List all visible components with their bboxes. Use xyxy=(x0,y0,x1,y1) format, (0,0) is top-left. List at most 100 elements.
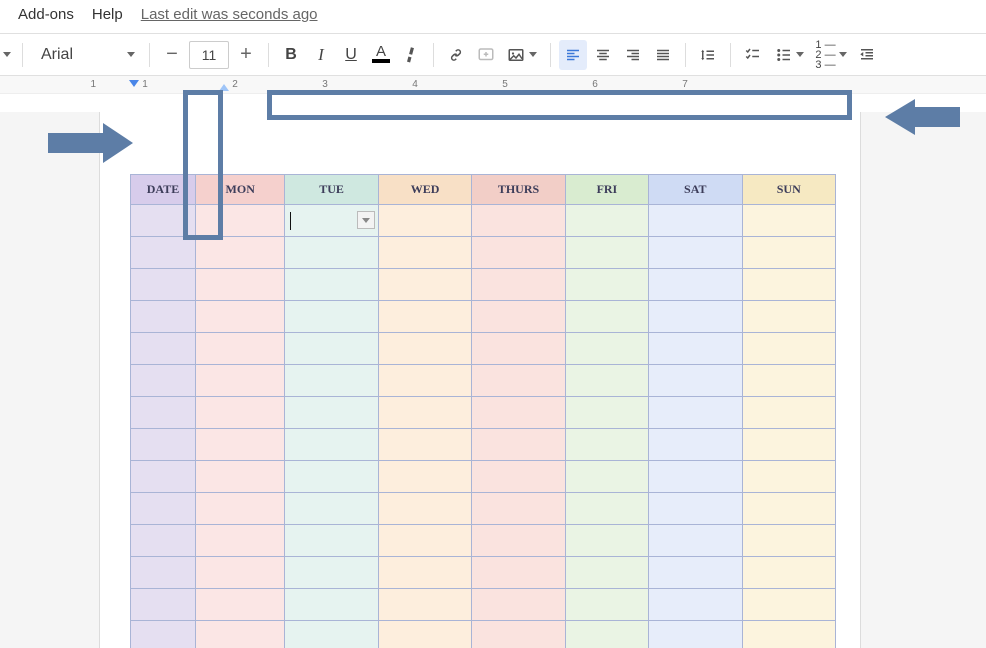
table-cell[interactable] xyxy=(285,429,378,461)
table-cell[interactable] xyxy=(472,237,565,269)
table-cell[interactable] xyxy=(131,589,196,621)
header-thurs[interactable]: THURS xyxy=(472,175,565,205)
table-cell[interactable] xyxy=(131,461,196,493)
line-spacing-button[interactable] xyxy=(694,40,722,70)
align-right-button[interactable] xyxy=(619,40,647,70)
table-cell[interactable] xyxy=(742,557,836,589)
table-cell[interactable] xyxy=(285,365,378,397)
header-tue[interactable]: TUE xyxy=(285,175,378,205)
text-color-button[interactable]: A xyxy=(367,40,395,70)
checklist-button[interactable] xyxy=(739,40,767,70)
table-cell[interactable] xyxy=(285,397,378,429)
table-cell[interactable] xyxy=(472,557,565,589)
table-cell[interactable] xyxy=(649,589,742,621)
table-cell[interactable] xyxy=(285,557,378,589)
table-cell[interactable] xyxy=(196,301,285,333)
table-cell[interactable] xyxy=(378,333,471,365)
table-cell[interactable] xyxy=(649,237,742,269)
table-cell[interactable] xyxy=(649,205,742,237)
table-cell[interactable] xyxy=(742,205,836,237)
table-cell[interactable] xyxy=(285,621,378,648)
table-cell[interactable] xyxy=(742,333,836,365)
table-cell[interactable] xyxy=(378,621,471,648)
table-cell[interactable] xyxy=(649,461,742,493)
table-cell[interactable] xyxy=(565,301,648,333)
table-cell[interactable] xyxy=(565,205,648,237)
table-cell[interactable] xyxy=(742,237,836,269)
table-cell[interactable] xyxy=(378,461,471,493)
table-cell[interactable] xyxy=(565,589,648,621)
table-cell[interactable] xyxy=(565,333,648,365)
table-cell[interactable] xyxy=(649,621,742,648)
table-cell[interactable] xyxy=(472,333,565,365)
font-family-select[interactable]: Arial xyxy=(31,40,141,70)
header-fri[interactable]: FRI xyxy=(565,175,648,205)
cell-options-button[interactable] xyxy=(357,211,375,229)
table-cell[interactable] xyxy=(196,461,285,493)
table-cell[interactable] xyxy=(472,397,565,429)
table-cell[interactable] xyxy=(565,365,648,397)
table-cell[interactable] xyxy=(565,269,648,301)
header-date[interactable]: DATE xyxy=(131,175,196,205)
table-cell[interactable] xyxy=(131,397,196,429)
table-cell[interactable] xyxy=(131,269,196,301)
table-cell[interactable] xyxy=(196,365,285,397)
table-cell[interactable] xyxy=(285,333,378,365)
table-cell[interactable] xyxy=(285,237,378,269)
table-cell[interactable] xyxy=(742,461,836,493)
table-cell[interactable] xyxy=(472,621,565,648)
table-cell[interactable] xyxy=(742,301,836,333)
insert-image-button[interactable] xyxy=(502,40,542,70)
table-cell[interactable] xyxy=(285,589,378,621)
table-cell[interactable] xyxy=(649,365,742,397)
table-cell[interactable] xyxy=(196,237,285,269)
table-cell[interactable] xyxy=(472,589,565,621)
header-sun[interactable]: SUN xyxy=(742,175,836,205)
table-cell[interactable] xyxy=(378,365,471,397)
table-cell[interactable] xyxy=(378,397,471,429)
table-cell[interactable] xyxy=(472,525,565,557)
table-cell[interactable] xyxy=(378,493,471,525)
table-cell[interactable] xyxy=(472,429,565,461)
table-cell[interactable] xyxy=(285,493,378,525)
highlight-color-button[interactable] xyxy=(397,40,425,70)
table-cell[interactable] xyxy=(565,461,648,493)
table-cell[interactable] xyxy=(196,333,285,365)
table-cell[interactable] xyxy=(196,397,285,429)
table-cell[interactable] xyxy=(285,301,378,333)
table-cell[interactable] xyxy=(285,461,378,493)
table-cell[interactable] xyxy=(472,269,565,301)
table-cell[interactable] xyxy=(131,333,196,365)
styles-dropdown[interactable] xyxy=(0,40,14,70)
planner-table[interactable]: DATE MON TUE WED THURS FRI SAT SUN xyxy=(130,174,836,648)
table-cell[interactable] xyxy=(565,237,648,269)
table-cell[interactable] xyxy=(285,205,378,237)
table-cell[interactable] xyxy=(196,557,285,589)
table-cell[interactable] xyxy=(131,365,196,397)
decrease-indent-button[interactable] xyxy=(853,40,881,70)
table-cell[interactable] xyxy=(196,621,285,648)
bulleted-list-button[interactable] xyxy=(769,40,809,70)
header-wed[interactable]: WED xyxy=(378,175,471,205)
table-cell[interactable] xyxy=(742,397,836,429)
table-cell[interactable] xyxy=(378,301,471,333)
menu-addons[interactable]: Add-ons xyxy=(18,6,74,23)
table-cell[interactable] xyxy=(131,301,196,333)
table-cell[interactable] xyxy=(131,621,196,648)
table-cell[interactable] xyxy=(565,493,648,525)
document-canvas[interactable]: DATE MON TUE WED THURS FRI SAT SUN xyxy=(0,112,986,648)
numbered-list-button[interactable]: 1 —2 —3 — xyxy=(811,40,851,70)
table-cell[interactable] xyxy=(742,525,836,557)
table-cell[interactable] xyxy=(196,493,285,525)
table-cell[interactable] xyxy=(378,557,471,589)
table-cell[interactable] xyxy=(565,621,648,648)
table-cell[interactable] xyxy=(285,269,378,301)
table-cell[interactable] xyxy=(472,493,565,525)
header-mon[interactable]: MON xyxy=(196,175,285,205)
table-cell[interactable] xyxy=(742,429,836,461)
table-cell[interactable] xyxy=(742,493,836,525)
table-cell[interactable] xyxy=(285,525,378,557)
align-left-button[interactable] xyxy=(559,40,587,70)
bold-button[interactable]: B xyxy=(277,40,305,70)
table-cell[interactable] xyxy=(131,525,196,557)
